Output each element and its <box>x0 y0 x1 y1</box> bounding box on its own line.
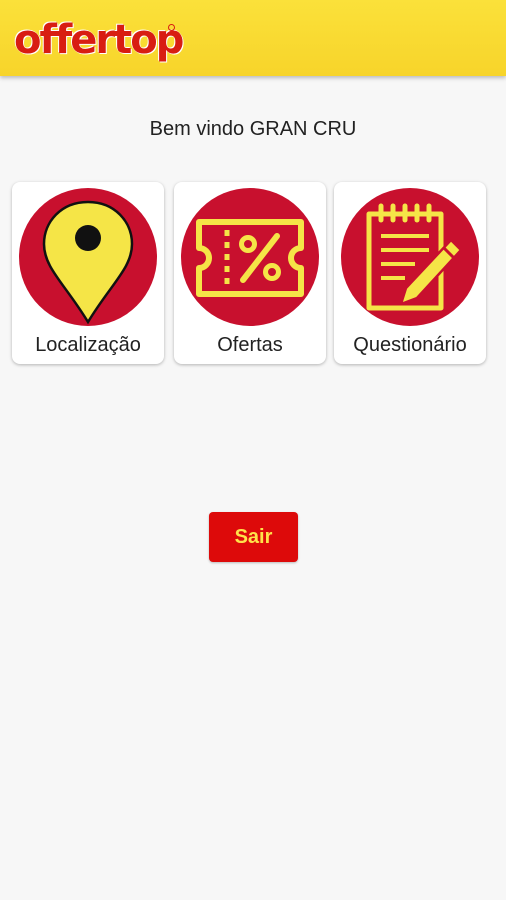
ofertas-label: Ofertas <box>217 334 283 356</box>
app-bar: offertop <box>0 0 506 76</box>
ofertas-card[interactable]: Ofertas <box>174 182 326 364</box>
localizacao-card[interactable]: Localização <box>12 182 164 364</box>
localizacao-icon-circle <box>19 188 157 326</box>
map-pin-icon <box>42 200 134 325</box>
questionario-icon-circle <box>341 188 479 326</box>
localizacao-label: Localização <box>35 334 141 356</box>
registered-mark-icon <box>168 24 175 31</box>
exit-button[interactable]: Sair <box>209 512 298 562</box>
offertop-logo: offertop <box>14 17 184 63</box>
notepad-pencil-icon <box>366 203 463 311</box>
ofertas-icon-circle <box>181 188 319 326</box>
questionario-card[interactable]: Questionário <box>334 182 486 364</box>
welcome-message: Bem vindo GRAN CRU <box>149 118 357 140</box>
discount-ticket-icon <box>196 219 304 297</box>
questionario-label: Questionário <box>353 334 467 356</box>
